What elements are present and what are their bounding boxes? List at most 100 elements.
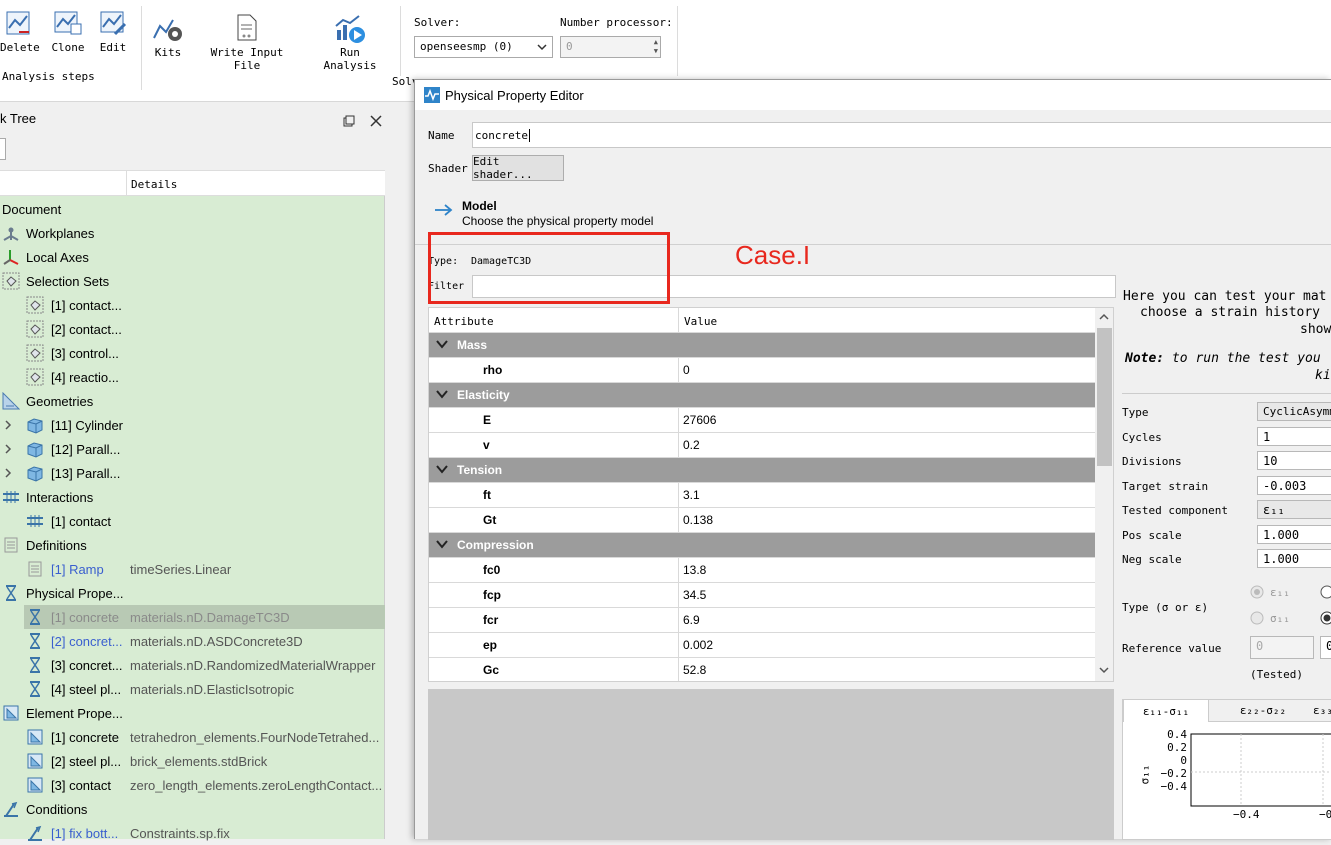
toolbar-button[interactable] [0,138,6,160]
attribute-value[interactable]: 3.1 [683,488,700,502]
tab-e11-s11[interactable]: ε₁₁-σ₁₁ [1123,699,1209,722]
tree-item-physical-property-item[interactable]: [2] concret... materials.nD.ASDConcrete3D [0,629,385,653]
attribute-value[interactable]: 6.9 [683,613,700,627]
attribute-value[interactable]: 0.002 [683,638,713,652]
tested-component-dropdown[interactable]: ε₁₁ [1257,500,1331,519]
group-row[interactable]: Compression [429,533,1095,558]
tree-item-condition-item[interactable]: [1] fix bott... Constraints.sp.fix [0,821,385,845]
tree-item-physical-property-item[interactable]: [1] concrete materials.nD.DamageTC3D [24,605,385,629]
tested-note: (Tested) [1250,668,1303,681]
attribute-row[interactable]: v 0.2 [429,433,1095,458]
tree-item-conditions[interactable]: Conditions [0,797,385,821]
tree-item-definition-item[interactable]: [1] Ramp timeSeries.Linear [0,557,385,581]
chevron-down-icon[interactable] [435,337,449,351]
name-input[interactable]: concrete [472,122,1331,148]
attribute-row[interactable]: rho 0 [429,358,1095,383]
radio-eps[interactable] [1250,585,1264,599]
tree-item-element-properties[interactable]: Element Prope... [0,701,385,725]
chevron-right-icon[interactable] [4,420,12,430]
attribute-row[interactable]: Gc 52.8 [429,658,1095,681]
group-row[interactable]: Tension [429,458,1095,483]
attribute-row[interactable]: fc0 13.8 [429,558,1095,583]
write-input-file-button[interactable]: Write Input File [197,14,297,72]
chevron-down-icon[interactable] [435,537,449,551]
pos-scale-input[interactable]: 1.000 [1257,525,1331,544]
neg-scale-input[interactable]: 1.000 [1257,549,1331,568]
tree-item-physical-property-item[interactable]: [4] steel pl... materials.nD.ElasticIsotr… [0,677,385,701]
chevron-down-icon[interactable] [435,462,449,476]
attribute-row[interactable]: ep 0.002 [429,633,1095,658]
scroll-down-icon[interactable] [1099,666,1109,674]
table-header: Attribute Value [429,308,1095,333]
test-type-dropdown[interactable]: CyclicAsymme [1257,402,1331,421]
tree-item-element-property-item[interactable]: [2] steel pl... brick_elements.stdBrick [0,749,385,773]
reference-value-input[interactable]: 0 [1250,636,1314,659]
chevron-down-icon[interactable] [435,387,449,401]
attribute-row[interactable]: fcr 6.9 [429,608,1095,633]
scroll-up-icon[interactable] [1099,313,1109,321]
tree-item-interactions[interactable]: Interactions [0,485,385,509]
clone-button[interactable]: Clone [50,10,86,54]
tree-item-selection-set[interactable]: [1] contact... [0,293,385,317]
tree-item-physical-properties[interactable]: Physical Prope... [0,581,385,605]
details-column-header[interactable]: Details [131,178,177,191]
number-processor-spinbox[interactable]: 0 ▲ ▼ [560,36,661,58]
scroll-thumb[interactable] [1097,328,1112,466]
tree-item-definitions[interactable]: Definitions [0,533,385,557]
tree-item-geometry-item[interactable]: [13] Parall... [0,461,385,485]
edit-shader-button[interactable]: Edit shader... [472,155,564,181]
radio-button[interactable] [1320,585,1331,599]
value-column-header[interactable]: Value [684,315,717,328]
attribute-value[interactable]: 34.5 [683,588,706,602]
attribute-row[interactable]: Gt 0.138 [429,508,1095,533]
tree-item-workplanes[interactable]: Workplanes [0,221,385,245]
edit-button[interactable]: Edit [96,10,130,54]
spin-arrows-icon[interactable]: ▲ ▼ [654,38,658,56]
tested-component-label: Tested component [1122,504,1228,517]
attribute-value[interactable]: 0 [683,363,690,377]
tree-item-geometries[interactable]: Geometries [0,389,385,413]
close-icon[interactable] [370,115,382,127]
solver-dropdown[interactable]: openseesmp (0) [414,36,553,58]
radio-button-selected[interactable] [1320,611,1331,625]
tree-item-interaction-item[interactable]: [1] contact [0,509,385,533]
dialog-title-bar[interactable]: Physical Property Editor [415,80,1331,110]
float-icon[interactable] [343,115,355,127]
attribute-row[interactable]: ft 3.1 [429,483,1095,508]
test-note-line2: ki [1315,368,1331,383]
chevron-right-icon[interactable] [4,444,12,454]
attribute-row[interactable]: E 27606 [429,408,1095,433]
divisions-input[interactable]: 10 [1257,451,1331,470]
tree-item-document[interactable]: Document [0,197,385,221]
tree-item-selection-set[interactable]: [4] reactio... [0,365,385,389]
group-row[interactable]: Elasticity [429,383,1095,408]
cycles-input[interactable]: 1 [1257,427,1331,446]
tree-item-selection-set[interactable]: [3] control... [0,341,385,365]
tab-e22-s22[interactable]: ε₂₂-σ₂₂ [1223,704,1303,717]
attribute-value[interactable]: 13.8 [683,563,706,577]
attribute-row[interactable]: fcp 34.5 [429,583,1095,608]
attribute-value[interactable]: 0.138 [683,513,713,527]
tree-item-selection-set[interactable]: [2] contact... [0,317,385,341]
group-row[interactable]: Mass [429,333,1095,358]
delete-button[interactable]: Delete [0,10,40,54]
tree-item-element-property-item[interactable]: [1] concrete tetrahedron_elements.FourNod… [0,725,385,749]
tree-item-geometry-item[interactable]: [11] Cylinder [0,413,385,437]
table-scrollbar[interactable] [1095,308,1113,681]
run-analysis-button[interactable]: Run Analysis [312,14,388,72]
attribute-value[interactable]: 27606 [683,413,716,427]
tree-item-element-property-item[interactable]: [3] contact zero_length_elements.zeroLeng… [0,773,385,797]
tree-item-local-axes[interactable]: Local Axes [0,245,385,269]
chevron-right-icon[interactable] [4,468,12,478]
attribute-value[interactable]: 0.2 [683,438,700,452]
tree-item-selection-sets[interactable]: Selection Sets [0,269,385,293]
tree-item-physical-property-item[interactable]: [3] concret... materials.nD.RandomizedMat… [0,653,385,677]
attribute-column-header[interactable]: Attribute [434,315,494,328]
radio-sig[interactable] [1250,611,1264,625]
reference-value-input-2[interactable]: 0 [1320,636,1331,659]
attribute-value[interactable]: 52.8 [683,663,706,677]
tab-e33[interactable]: ε₃₃ [1313,704,1331,717]
kits-button[interactable]: Kits [150,14,186,59]
target-strain-input[interactable]: -0.003 [1257,476,1331,495]
tree-item-geometry-item[interactable]: [12] Parall... [0,437,385,461]
